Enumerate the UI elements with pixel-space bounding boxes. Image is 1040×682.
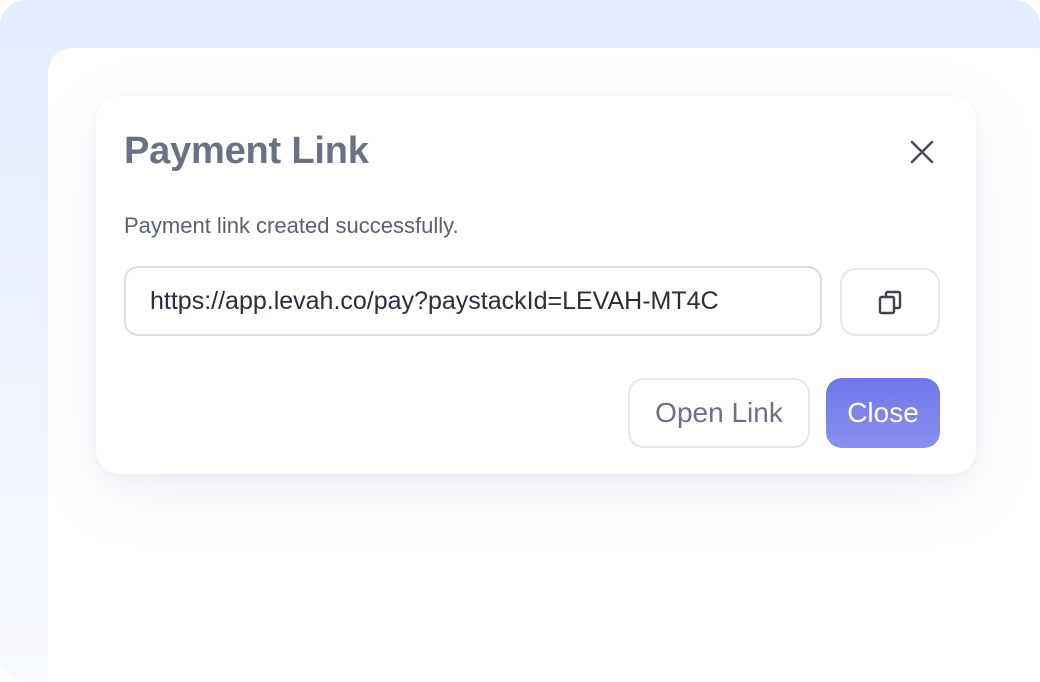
app-background: Payment Link Payment link created succes… [0,0,1040,682]
copy-link-button[interactable] [840,268,940,336]
copy-icon [878,290,902,315]
close-dialog-button[interactable] [904,134,940,170]
success-message: Payment link created successfully. [124,213,459,238]
close-button[interactable]: Close [826,378,940,448]
open-link-button[interactable]: Open Link [628,378,810,448]
dialog-title: Payment Link [124,130,369,172]
payment-link-dialog: Payment Link Payment link created succes… [96,96,976,474]
close-icon [910,140,934,164]
payment-link-input[interactable] [124,266,822,336]
